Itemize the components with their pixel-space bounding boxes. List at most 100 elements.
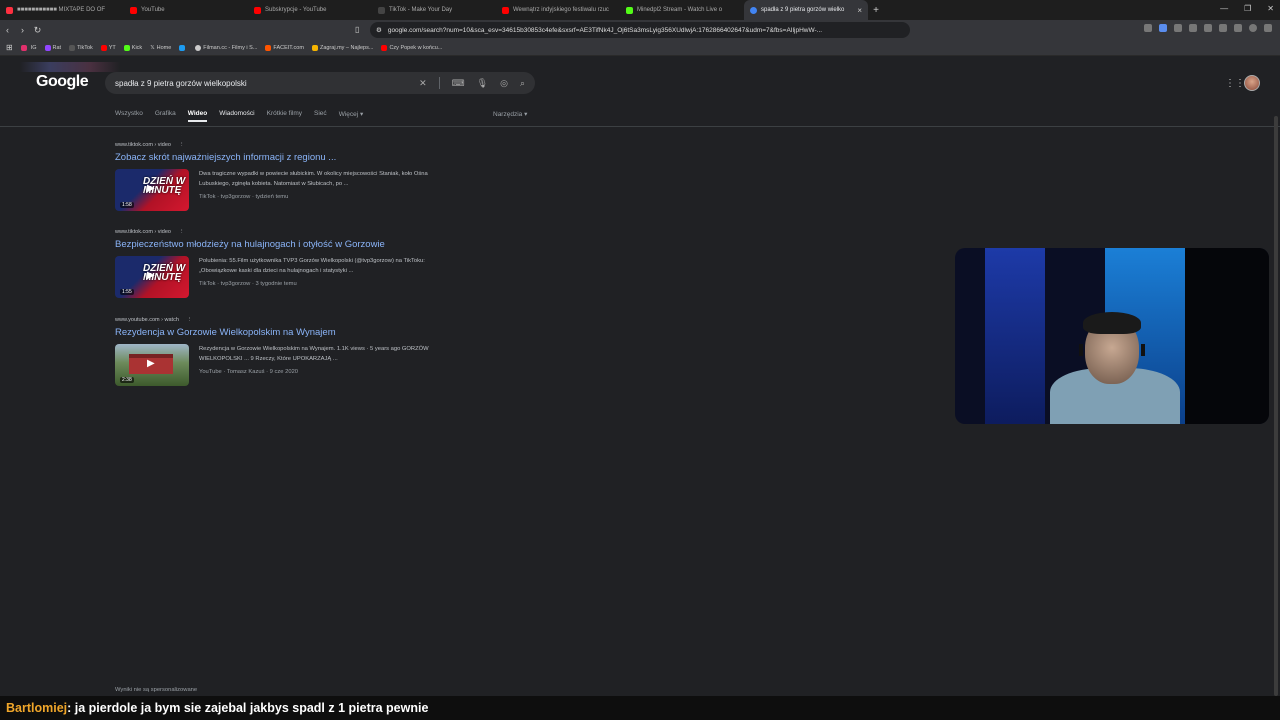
bookmark-item[interactable]: TikTok	[69, 44, 93, 51]
tiktok-icon	[69, 44, 76, 51]
bookmark-favicon-icon	[179, 44, 186, 51]
video-thumbnail[interactable]: DZIEŃ W MINUTĘ ▶ 1:58	[115, 169, 189, 211]
tab-all[interactable]: Wszystko	[115, 110, 143, 122]
instagram-icon	[20, 44, 27, 51]
result-snippet: Rezydencja w Gorzowie Wielkopolskim na W…	[199, 346, 429, 362]
faceit-icon	[265, 44, 272, 51]
close-tab-icon[interactable]: ×	[857, 6, 862, 15]
extension-icon[interactable]	[1189, 24, 1197, 32]
doodle-banner	[20, 62, 120, 72]
result-source[interactable]: www.tiktok.com › video	[115, 229, 171, 235]
search-tabs: Wszystko Grafika Wideo Wiadomości Krótki…	[115, 110, 363, 122]
address-toolbar: ‹ › ↻ ▯ ⚙ google.com/search?num=10&sca_e…	[0, 20, 1280, 40]
search-result: www.tiktok.com › video ⋮ Bezpieczeństwo m…	[115, 229, 455, 298]
result-title-link[interactable]: Rezydencja w Gorzowie Wielkopolskim na W…	[115, 327, 455, 338]
clear-icon[interactable]: ✕	[419, 78, 427, 89]
bookmark-item[interactable]: IG	[20, 44, 37, 51]
result-source[interactable]: www.tiktok.com › video	[115, 142, 171, 148]
new-tab-button[interactable]: +	[868, 5, 884, 16]
browser-tab[interactable]: Wewnątrz indyjskiego festiwalu rzuc	[496, 0, 620, 20]
result-meta: YouTube · Tomasz Kazuś · 9 cze 2020	[199, 369, 299, 375]
search-box[interactable]: spadła z 9 pietra gorzów wielkopolski ✕ …	[105, 72, 535, 94]
lens-icon[interactable]: ◎	[500, 78, 508, 89]
tools-button[interactable]: Narzędzia ▾	[493, 110, 527, 118]
tab-web[interactable]: Sieć	[314, 110, 327, 122]
menu-icon[interactable]	[1264, 24, 1272, 32]
divider	[0, 126, 1280, 127]
bookmark-item[interactable]: Czy Popek w końcu...	[381, 44, 442, 51]
chat-text: : ja pierdole ja bym sie zajebal jakbys …	[67, 701, 429, 715]
reload-icon[interactable]: ↻	[30, 25, 45, 36]
site-info-icon[interactable]: ⚙	[376, 26, 382, 34]
bookmark-item[interactable]: Rat	[44, 44, 61, 51]
google-apps-icon[interactable]: ⋮⋮	[1225, 78, 1245, 89]
more-options-icon[interactable]: ⋮	[179, 229, 185, 235]
tab-images[interactable]: Grafika	[155, 110, 176, 122]
video-duration: 1:55	[120, 289, 134, 295]
bookmark-icon[interactable]: ▯	[355, 25, 359, 34]
tab-news[interactable]: Wiadomości	[219, 110, 254, 122]
url-bar[interactable]: ⚙ google.com/search?num=10&sca_esv=34615…	[370, 22, 910, 38]
video-duration: 2:38	[120, 377, 134, 383]
browser-tab[interactable]: YouTube	[124, 0, 248, 20]
bookmark-item[interactable]: Kick	[123, 44, 142, 51]
chat-message-overlay: Bartlomiej : ja pierdole ja bym sie zaje…	[0, 696, 1280, 720]
browser-tab[interactable]: TikTok - Make Your Day	[372, 0, 496, 20]
result-title-link[interactable]: Bezpieczeństwo młodzieży na hulajnogach …	[115, 239, 455, 250]
headphones-icon	[1079, 344, 1145, 356]
bookmark-item[interactable]: Filman.cc - Filmy i S...	[195, 44, 257, 51]
result-snippet: Polubienia: 55.Film użytkownika TVP3 Gor…	[199, 258, 425, 274]
extension-icon[interactable]	[1219, 24, 1227, 32]
apps-grid-icon[interactable]: ⊞	[6, 43, 13, 52]
extensions-area	[1144, 24, 1272, 32]
more-options-icon[interactable]: ⋮	[187, 317, 193, 323]
extension-icon[interactable]	[1144, 24, 1152, 32]
youtube-icon	[381, 44, 388, 51]
avatar[interactable]	[1244, 75, 1260, 91]
google-logo[interactable]: Google	[36, 73, 89, 91]
play-icon: ▶	[147, 270, 155, 281]
bookmark-favicon-icon	[195, 44, 202, 51]
bookmark-item[interactable]: 𝕏 Home	[150, 45, 171, 51]
search-icon[interactable]: ⌕	[520, 78, 525, 89]
browser-tab-active[interactable]: spadła z 9 pietra gorzów wielko ×	[744, 0, 868, 20]
keyboard-icon[interactable]: ⌨	[452, 78, 465, 89]
webcam-light	[985, 248, 1045, 424]
close-window-icon[interactable]: ✕	[1267, 4, 1274, 13]
video-thumbnail[interactable]: ▶ 2:38	[115, 344, 189, 386]
bookmark-item[interactable]: FACEIT.com	[265, 44, 304, 51]
browser-tab[interactable]: Subskrypcje - YouTube	[248, 0, 372, 20]
microphone-icon[interactable]: 🎙	[477, 78, 488, 89]
back-icon[interactable]: ‹	[0, 25, 15, 35]
forward-icon[interactable]: ›	[15, 25, 30, 35]
extension-icon[interactable]	[1159, 24, 1167, 32]
bookmark-item[interactable]	[179, 44, 187, 51]
search-input[interactable]: spadła z 9 pietra gorzów wielkopolski	[115, 79, 247, 88]
restore-icon[interactable]: ❐	[1244, 4, 1251, 13]
video-thumbnail[interactable]: DZIEŃ W MINUTĘ ▶ 1:55	[115, 256, 189, 298]
extension-icon[interactable]	[1174, 24, 1182, 32]
personalization-notice: Wyniki nie są spersonalizowane	[115, 687, 198, 693]
browser-tab[interactable]: ■■■■■■■■■■■ MIXTAPE DO OF	[0, 0, 124, 20]
minimize-icon[interactable]: —	[1220, 4, 1228, 13]
extension-icon[interactable]	[1234, 24, 1242, 32]
bookmark-item[interactable]: Zagraj.my – Najleps...	[311, 44, 373, 51]
more-options-icon[interactable]: ⋮	[179, 142, 185, 148]
browser-tab[interactable]: Minedpl2 Stream - Watch Live o	[620, 0, 744, 20]
tab-favicon-icon	[6, 6, 13, 14]
tab-short-videos[interactable]: Krótkie filmy	[267, 110, 302, 122]
profile-icon[interactable]	[1249, 24, 1257, 32]
youtube-icon	[130, 6, 137, 14]
result-snippet: Dwa tragiczne wypadki w powiecie słubick…	[199, 171, 428, 187]
tab-more[interactable]: Więcej ▾	[339, 110, 364, 122]
kick-icon	[123, 44, 130, 51]
play-icon: ▶	[147, 183, 155, 194]
extension-icon[interactable]	[1204, 24, 1212, 32]
result-source[interactable]: www.youtube.com › watch	[115, 317, 179, 323]
separator	[438, 77, 440, 89]
scrollbar[interactable]	[1274, 116, 1278, 696]
bookmark-item[interactable]: YT	[100, 44, 116, 51]
tab-videos[interactable]: Wideo	[187, 110, 208, 122]
youtube-icon	[502, 6, 509, 14]
result-title-link[interactable]: Zobacz skrót najważniejszych informacji …	[115, 152, 455, 163]
